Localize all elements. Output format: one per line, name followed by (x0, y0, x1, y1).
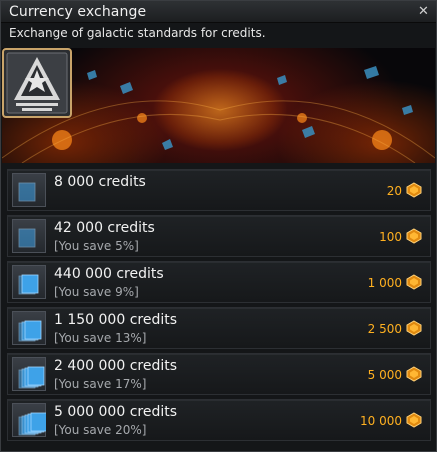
credit-cards-icon (12, 265, 46, 299)
offer-discount: [You save 5%] (54, 239, 139, 253)
offer-row[interactable]: 8 000 credits 20 (7, 169, 431, 211)
credit-cards-icon (12, 219, 46, 253)
credit-cards-icon (12, 403, 46, 437)
offer-discount: [You save 17%] (54, 377, 147, 391)
offer-price: 10 000 (360, 414, 402, 428)
offer-price: 20 (386, 184, 402, 198)
offer-price: 1 000 (367, 276, 402, 290)
offer-amount: 8 000 credits (54, 174, 146, 190)
offer-amount: 42 000 credits (54, 220, 155, 236)
window-titlebar[interactable]: Currency exchange ✕ (1, 1, 436, 23)
galactic-standard-coin-icon (406, 320, 422, 336)
close-icon[interactable]: ✕ (417, 5, 430, 18)
offer-row[interactable]: 440 000 credits [You save 9%] 1 000 (7, 261, 431, 303)
offer-price: 100 (379, 230, 402, 244)
offer-amount: 5 000 000 credits (54, 404, 178, 420)
credit-cards-icon (12, 173, 46, 207)
offer-row[interactable]: 5 000 000 credits [You save 20%] 10 000 (7, 399, 431, 441)
currency-exchange-window: Currency exchange ✕ Exchange of galactic… (0, 0, 437, 452)
galactic-standard-coin-icon (406, 182, 422, 198)
offer-amount: 440 000 credits (54, 266, 164, 282)
faction-star-emblem-icon (2, 48, 72, 118)
offer-row[interactable]: 42 000 credits [You save 5%] 100 (7, 215, 431, 257)
window-title: Currency exchange (9, 4, 147, 20)
exchange-banner (2, 48, 435, 163)
offer-discount: [You save 13%] (54, 331, 147, 345)
credit-cards-icon (12, 357, 46, 391)
offer-price: 5 000 (367, 368, 402, 382)
galactic-standard-coin-icon (406, 412, 422, 428)
offer-amount: 1 150 000 credits (54, 312, 178, 328)
galactic-standard-coin-icon (406, 274, 422, 290)
window-subtitle: Exchange of galactic standards for credi… (9, 26, 266, 40)
credit-cards-icon (12, 311, 46, 345)
galactic-standard-coin-icon (406, 228, 422, 244)
offer-price: 2 500 (367, 322, 402, 336)
offer-row[interactable]: 2 400 000 credits [You save 17%] 5 000 (7, 353, 431, 395)
galactic-standard-coin-icon (406, 366, 422, 382)
offer-discount: [You save 9%] (54, 285, 139, 299)
offer-row[interactable]: 1 150 000 credits [You save 13%] 2 500 (7, 307, 431, 349)
offer-discount: [You save 20%] (54, 423, 147, 437)
offer-amount: 2 400 000 credits (54, 358, 178, 374)
